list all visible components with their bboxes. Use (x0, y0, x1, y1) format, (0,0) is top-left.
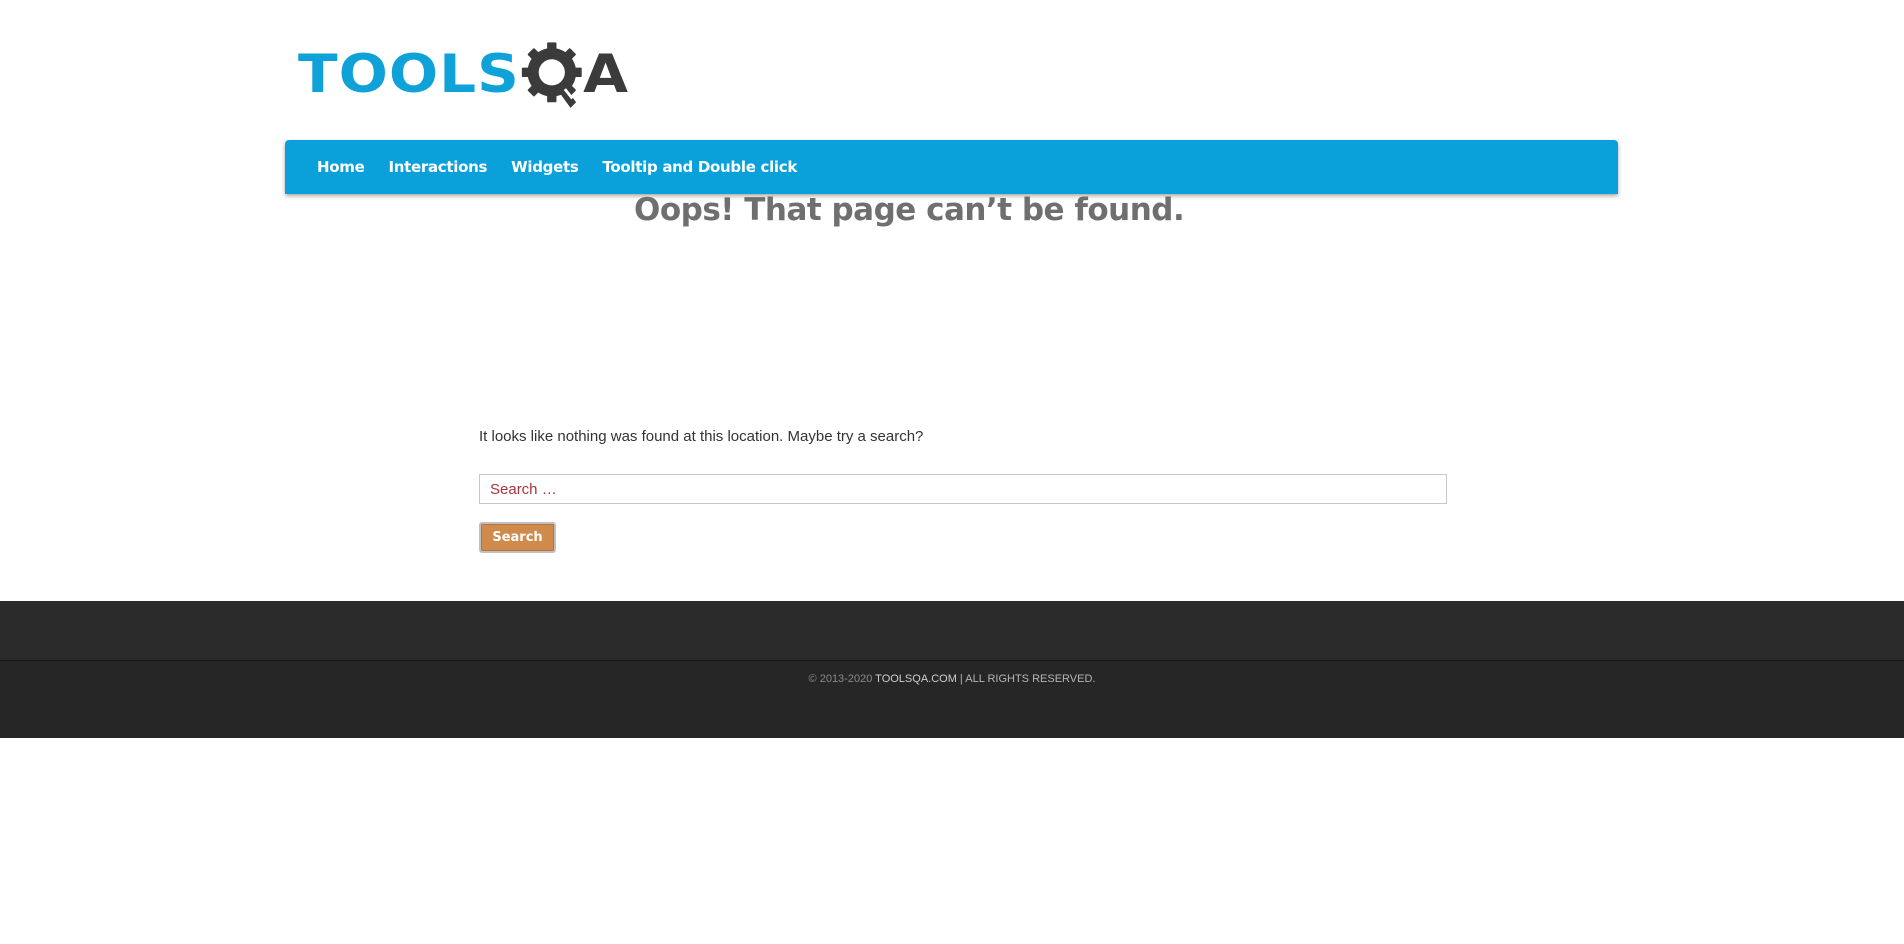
copyright-rights: | ALL RIGHTS RESERVED. (956, 673, 1096, 685)
search-input[interactable] (479, 474, 1447, 504)
copyright-site-link[interactable]: TOOLSQA.COM (875, 673, 957, 685)
main-navigation: Home Interactions Widgets Tooltip and Do… (285, 140, 1618, 194)
page-title: Oops! That page can’t be found. (634, 192, 1185, 228)
logo-text-tools: TOOLS (298, 43, 520, 105)
not-found-message: It looks like nothing was found at this … (479, 428, 924, 445)
nav-item-home[interactable]: Home (317, 158, 365, 176)
footer: © 2013-2020 TOOLSQA.COM | ALL RIGHTS RES… (0, 601, 1904, 738)
footer-top-band (0, 601, 1904, 661)
nav-item-tooltip-double-click[interactable]: Tooltip and Double click (602, 158, 797, 176)
search-button[interactable]: Search (479, 522, 556, 553)
nav-item-interactions[interactable]: Interactions (388, 158, 487, 176)
page: TOOLS A Home Interactions Widgets Toolti… (0, 0, 1904, 944)
nav-item-widgets[interactable]: Widgets (511, 158, 579, 176)
copyright: © 2013-2020 TOOLSQA.COM | ALL RIGHTS RES… (0, 673, 1904, 685)
toolsqa-logo[interactable]: TOOLS A (298, 34, 628, 114)
logo-text-a: A (583, 43, 628, 105)
gear-magnifier-icon (521, 42, 582, 108)
copyright-prefix: © 2013-2020 (808, 673, 876, 685)
